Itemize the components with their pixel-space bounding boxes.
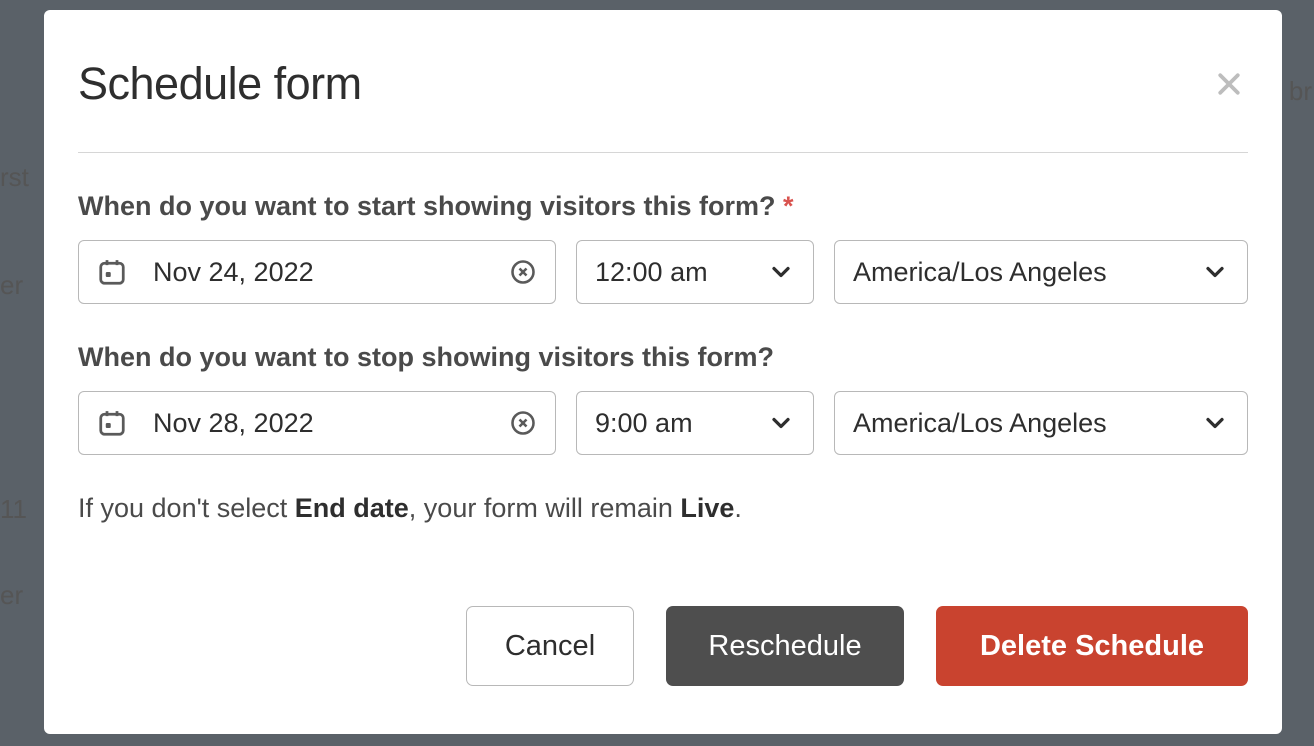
start-time-select[interactable]: 12:00 am: [576, 240, 814, 304]
start-date-value: Nov 24, 2022: [153, 257, 509, 288]
calendar-icon: [97, 408, 127, 438]
calendar-icon: [97, 257, 127, 287]
end-time-value: 9:00 am: [595, 408, 767, 439]
end-field-row: Nov 28, 2022 9:00 am America/Los Angeles: [78, 391, 1248, 455]
start-field-group: When do you want to start showing visito…: [78, 191, 1248, 304]
helper-suffix: .: [734, 493, 742, 523]
required-indicator: *: [783, 191, 794, 221]
modal-footer: Cancel Reschedule Delete Schedule: [78, 606, 1248, 686]
end-timezone-select[interactable]: America/Los Angeles: [834, 391, 1248, 455]
close-button[interactable]: [1210, 65, 1248, 103]
clear-start-date-button[interactable]: [509, 258, 537, 286]
end-date-input[interactable]: Nov 28, 2022: [78, 391, 556, 455]
close-icon: [1214, 69, 1244, 99]
start-timezone-select[interactable]: America/Los Angeles: [834, 240, 1248, 304]
start-label: When do you want to start showing visito…: [78, 191, 1248, 222]
end-timezone-value: America/Los Angeles: [853, 408, 1201, 439]
chevron-down-icon: [1201, 258, 1229, 286]
helper-text: If you don't select End date, your form …: [78, 493, 1248, 524]
chevron-down-icon: [1201, 409, 1229, 437]
helper-bold-live: Live: [680, 493, 734, 523]
end-field-group: When do you want to stop showing visitor…: [78, 342, 1248, 455]
end-date-value: Nov 28, 2022: [153, 408, 509, 439]
start-date-input[interactable]: Nov 24, 2022: [78, 240, 556, 304]
schedule-form-modal: Schedule form When do you want to start …: [44, 10, 1282, 734]
start-timezone-value: America/Los Angeles: [853, 257, 1201, 288]
helper-bold-enddate: End date: [295, 493, 409, 523]
start-label-text: When do you want to start showing visito…: [78, 191, 776, 221]
delete-schedule-button[interactable]: Delete Schedule: [936, 606, 1248, 686]
reschedule-button[interactable]: Reschedule: [666, 606, 904, 686]
start-field-row: Nov 24, 2022 12:00 am America/Los Angele…: [78, 240, 1248, 304]
end-label: When do you want to stop showing visitor…: [78, 342, 1248, 373]
end-time-select[interactable]: 9:00 am: [576, 391, 814, 455]
helper-prefix: If you don't select: [78, 493, 295, 523]
modal-title: Schedule form: [78, 58, 362, 110]
chevron-down-icon: [767, 409, 795, 437]
end-label-text: When do you want to stop showing visitor…: [78, 342, 774, 372]
cancel-button[interactable]: Cancel: [466, 606, 634, 686]
helper-middle: , your form will remain: [409, 493, 681, 523]
clear-end-date-button[interactable]: [509, 409, 537, 437]
chevron-down-icon: [767, 258, 795, 286]
modal-header: Schedule form: [78, 58, 1248, 153]
start-time-value: 12:00 am: [595, 257, 767, 288]
